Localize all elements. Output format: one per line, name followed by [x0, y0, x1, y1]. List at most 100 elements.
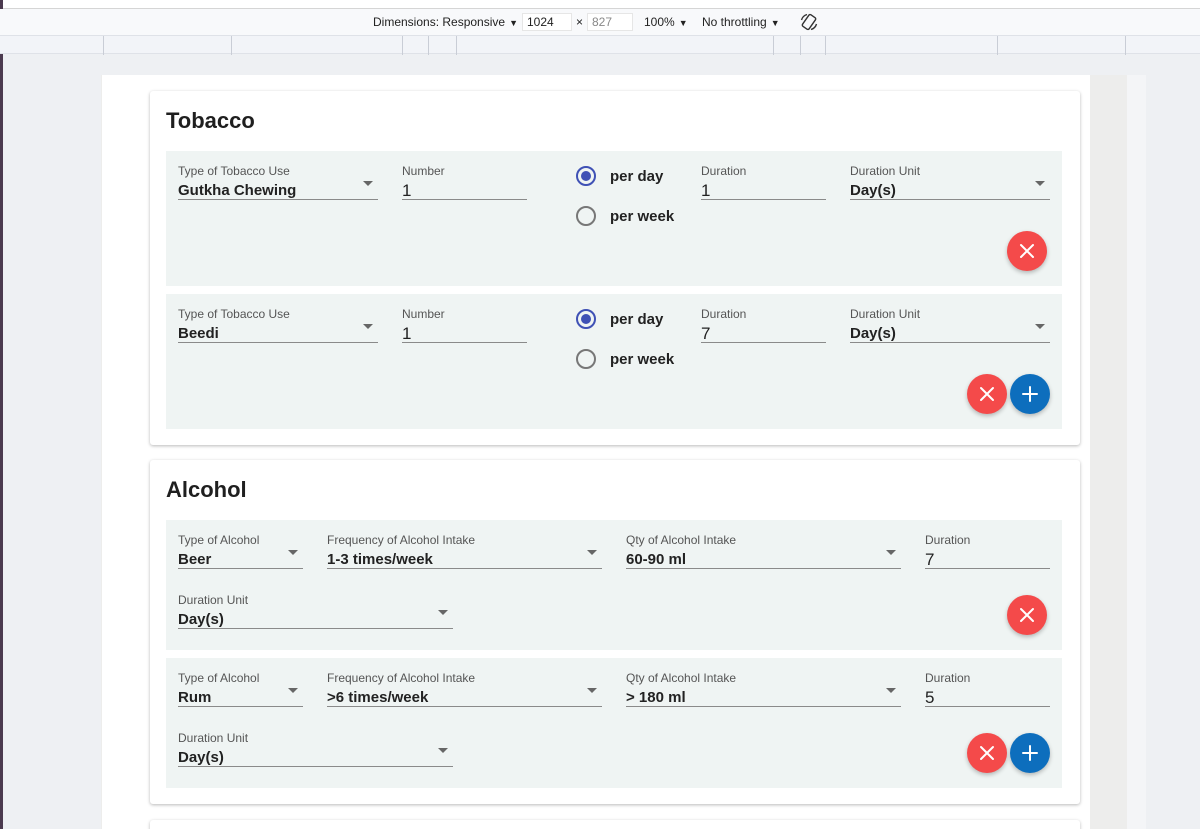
alcohol-quantity-select[interactable]: Qty of Alcohol Intake 60-90 ml [626, 533, 901, 569]
radio-label: per day [610, 311, 664, 328]
field-label: Frequency of Alcohol Intake [327, 671, 476, 685]
field-value: Beedi [178, 325, 219, 342]
viewport-height-input[interactable]: 827 [587, 13, 633, 31]
field-value: Rum [178, 689, 212, 706]
dropdown-arrow-icon [1035, 324, 1045, 329]
plus-icon [1022, 386, 1038, 402]
radio-circle [576, 309, 596, 329]
alcohol-frequency-select[interactable]: Frequency of Alcohol Intake 1-3 times/we… [327, 533, 602, 569]
field-value: 7 [925, 550, 935, 569]
dropdown-arrow-icon [1035, 181, 1045, 186]
dropdown-arrow-icon [438, 748, 448, 753]
tobacco-number-input[interactable]: Number 1 [402, 164, 527, 200]
radio-circle [576, 166, 596, 186]
alcohol-card: Alcohol Type of Alcohol Beer Frequency o… [150, 460, 1080, 804]
dropdown-arrow-icon [438, 610, 448, 615]
dropdown-arrow-icon [288, 550, 298, 555]
field-value: Gutkha Chewing [178, 182, 297, 199]
radio-circle [576, 349, 596, 369]
media-query-ruler [0, 35, 1200, 55]
tobacco-card: Tobacco Type of Tobacco Use Gutkha Chewi… [150, 91, 1080, 445]
field-label: Duration Unit [850, 307, 921, 321]
viewport-width-input[interactable]: 1024 [522, 13, 572, 31]
dropdown-arrow-icon [587, 550, 597, 555]
field-value: 60-90 ml [626, 551, 687, 568]
tobacco-type-select[interactable]: Type of Tobacco Use Gutkha Chewing [178, 164, 378, 200]
tobacco-duration-input[interactable]: Duration 7 [701, 307, 826, 343]
page-content: Tobacco Type of Tobacco Use Gutkha Chewi… [102, 75, 1090, 829]
field-label: Qty of Alcohol Intake [626, 533, 737, 547]
alcohol-duration-input[interactable]: Duration 7 [925, 533, 1050, 569]
field-value: 1 [402, 324, 412, 343]
dimension-separator: × [576, 15, 584, 29]
field-label: Duration Unit [850, 164, 921, 178]
radio-circle [576, 206, 596, 226]
plus-icon [1022, 745, 1038, 761]
field-value: Beer [178, 551, 212, 568]
field-label: Duration [925, 533, 971, 547]
field-value: Day(s) [850, 325, 896, 342]
zoom-dropdown[interactable]: 100% ▼ [644, 15, 688, 29]
chevron-down-icon: ▼ [770, 18, 780, 28]
radio-label: per day [610, 168, 664, 185]
add-tobacco-button[interactable] [1010, 374, 1050, 414]
dropdown-arrow-icon [886, 688, 896, 693]
alcohol-type-select[interactable]: Type of Alcohol Rum [178, 671, 303, 707]
devtools-device-toolbar: Dimensions: Responsive ▼ 1024 × 827 100% ▼… [0, 9, 1200, 35]
chevron-down-icon: ▼ [509, 18, 518, 28]
field-value: 7 [701, 324, 711, 343]
remove-alcohol-button[interactable] [967, 733, 1007, 773]
field-value: 1 [701, 181, 711, 200]
dropdown-arrow-icon [363, 181, 373, 186]
close-icon [1020, 608, 1034, 622]
chevron-down-icon: ▼ [678, 18, 688, 28]
alcohol-title: Alcohol [166, 477, 247, 502]
alcohol-duration-unit-select[interactable]: Duration Unit Day(s) [178, 593, 453, 629]
tobacco-duration-unit-select[interactable]: Duration Unit Day(s) [850, 307, 1050, 343]
radio-label: per week [610, 208, 675, 225]
remove-alcohol-button[interactable] [1007, 595, 1047, 635]
field-label: Duration [925, 671, 971, 685]
dropdown-arrow-icon [363, 324, 373, 329]
alcohol-duration-input[interactable]: Duration 5 [925, 671, 1050, 707]
dimensions-dropdown[interactable]: Dimensions: Responsive ▼ [373, 15, 518, 29]
tobacco-duration-unit-select[interactable]: Duration Unit Day(s) [850, 164, 1050, 200]
dropdown-arrow-icon [587, 688, 597, 693]
field-value: >6 times/week [327, 689, 429, 706]
close-icon [980, 746, 994, 760]
field-value: 1 [402, 181, 412, 200]
close-icon [980, 387, 994, 401]
alcohol-frequency-select[interactable]: Frequency of Alcohol Intake >6 times/wee… [327, 671, 602, 707]
field-label: Type of Alcohol [178, 671, 260, 685]
field-label: Type of Alcohol [178, 533, 260, 547]
field-label: Type of Tobacco Use [178, 307, 290, 321]
field-label: Duration Unit [178, 731, 249, 745]
field-label: Duration Unit [178, 593, 249, 607]
add-alcohol-button[interactable] [1010, 733, 1050, 773]
tobacco-duration-input[interactable]: Duration 1 [701, 164, 826, 200]
tobacco-number-input[interactable]: Number 1 [402, 307, 527, 343]
devtools-top-strip [0, 0, 1200, 9]
field-label: Duration [701, 307, 747, 321]
close-icon [1020, 244, 1034, 258]
tobacco-type-select[interactable]: Type of Tobacco Use Beedi [178, 307, 378, 343]
throttling-dropdown[interactable]: No throttling ▼ [702, 15, 780, 29]
remove-tobacco-button[interactable] [1007, 231, 1047, 271]
radio-label: per week [610, 351, 675, 368]
window-edge [0, 0, 3, 829]
field-value: 1-3 times/week [327, 551, 433, 568]
field-label: Number [402, 307, 445, 321]
tobacco-entry-row: Type of Tobacco Use Beedi Number 1 per d… [166, 294, 1062, 429]
tobacco-entry-row: Type of Tobacco Use Gutkha Chewing Numbe… [166, 151, 1062, 286]
alcohol-duration-unit-select[interactable]: Duration Unit Day(s) [178, 731, 453, 767]
alcohol-quantity-select[interactable]: Qty of Alcohol Intake > 180 ml [626, 671, 901, 707]
field-value: Day(s) [178, 749, 224, 766]
field-value: Day(s) [850, 182, 896, 199]
dropdown-arrow-icon [288, 688, 298, 693]
field-label: Qty of Alcohol Intake [626, 671, 737, 685]
alcohol-type-select[interactable]: Type of Alcohol Beer [178, 533, 303, 569]
rotate-icon[interactable] [799, 12, 819, 35]
remove-tobacco-button[interactable] [967, 374, 1007, 414]
tobacco-title: Tobacco [166, 108, 255, 133]
field-label: Type of Tobacco Use [178, 164, 290, 178]
